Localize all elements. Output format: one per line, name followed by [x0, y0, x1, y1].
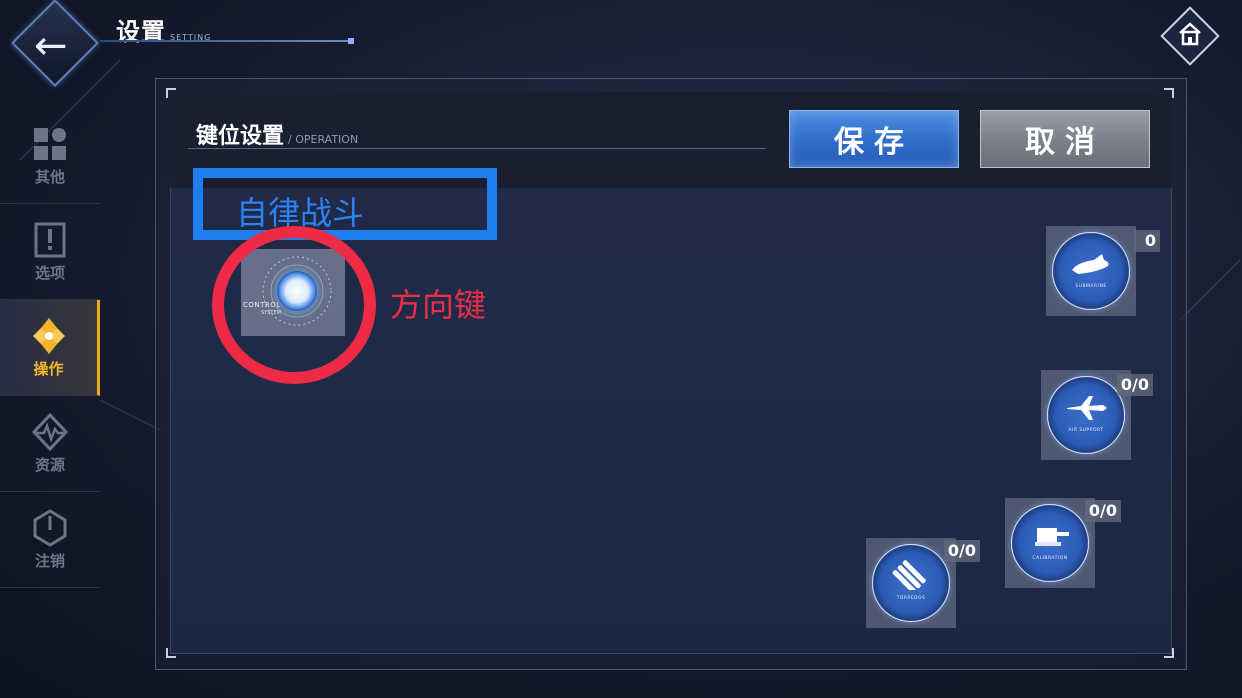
operation-icon — [32, 318, 65, 354]
option-icon — [34, 222, 66, 258]
sidebar-item-label: 注销 — [34, 552, 65, 570]
torpedo-skill-button[interactable]: TORPEDOS 0/0 — [866, 538, 980, 628]
title-underline-dot — [348, 38, 354, 44]
cancel-button[interactable]: 取消 — [980, 110, 1150, 168]
back-arrow-icon: ← — [34, 23, 68, 69]
frame-corner — [1164, 88, 1174, 98]
sidebar-item-label: 选项 — [34, 264, 65, 282]
annotation-circle — [212, 226, 376, 384]
settings-sidebar: 其他 选项 操作 资源 注销 — [0, 108, 100, 598]
save-button[interactable]: 保存 — [789, 110, 959, 168]
grid-icon — [34, 128, 66, 160]
power-icon — [33, 509, 67, 547]
calibration-skill-button[interactable]: CALIBRATION 0/0 — [1005, 498, 1121, 588]
skill-name: CALIBRATION — [1032, 556, 1068, 561]
back-button[interactable]: ← — [10, 0, 102, 98]
skill-name: AIR SUPPORT — [1068, 428, 1104, 433]
section-subtitle: / OPERATION — [288, 133, 359, 146]
submarine-icon — [1072, 254, 1109, 274]
turret-icon — [1035, 528, 1069, 546]
sidebar-item-resources[interactable]: 资源 — [0, 396, 100, 492]
sidebar-item-logout[interactable]: 注销 — [0, 492, 100, 588]
home-button[interactable] — [1160, 6, 1220, 66]
sidebar-item-options[interactable]: 选项 — [0, 204, 100, 300]
sidebar-item-label: 操作 — [33, 360, 64, 378]
title-underline — [100, 40, 352, 42]
frame-corner — [166, 648, 176, 658]
skill-count: 0/0 — [1116, 374, 1153, 396]
submarine-skill-button[interactable]: SUBMARINE 0 — [1046, 226, 1160, 316]
annotation-circle-label: 方向键 — [390, 286, 487, 324]
frame-corner — [1164, 648, 1174, 658]
skill-count: 0/0 — [1084, 500, 1121, 522]
skill-count: 0 — [1134, 230, 1160, 252]
air-support-skill-button[interactable]: AIR SUPPORT 0/0 — [1041, 370, 1153, 460]
sidebar-item-operation[interactable]: 操作 — [0, 300, 100, 396]
section-title-text: 键位设置 — [196, 124, 285, 149]
frame-corner — [166, 88, 176, 98]
section-divider — [188, 148, 766, 149]
plane-icon — [1067, 396, 1107, 420]
section-title: 键位设置 / OPERATION — [196, 118, 358, 150]
sidebar-item-label: 资源 — [34, 456, 65, 474]
skill-name: SUBMARINE — [1075, 284, 1107, 289]
torpedo-icon — [892, 560, 926, 590]
home-icon — [1179, 22, 1201, 46]
resource-icon — [31, 412, 69, 452]
sidebar-item-label: 其他 — [34, 168, 65, 186]
sidebar-item-other[interactable]: 其他 — [0, 108, 100, 204]
skill-name: TORPEDOS — [896, 596, 926, 601]
skill-count: 0/0 — [943, 540, 980, 562]
